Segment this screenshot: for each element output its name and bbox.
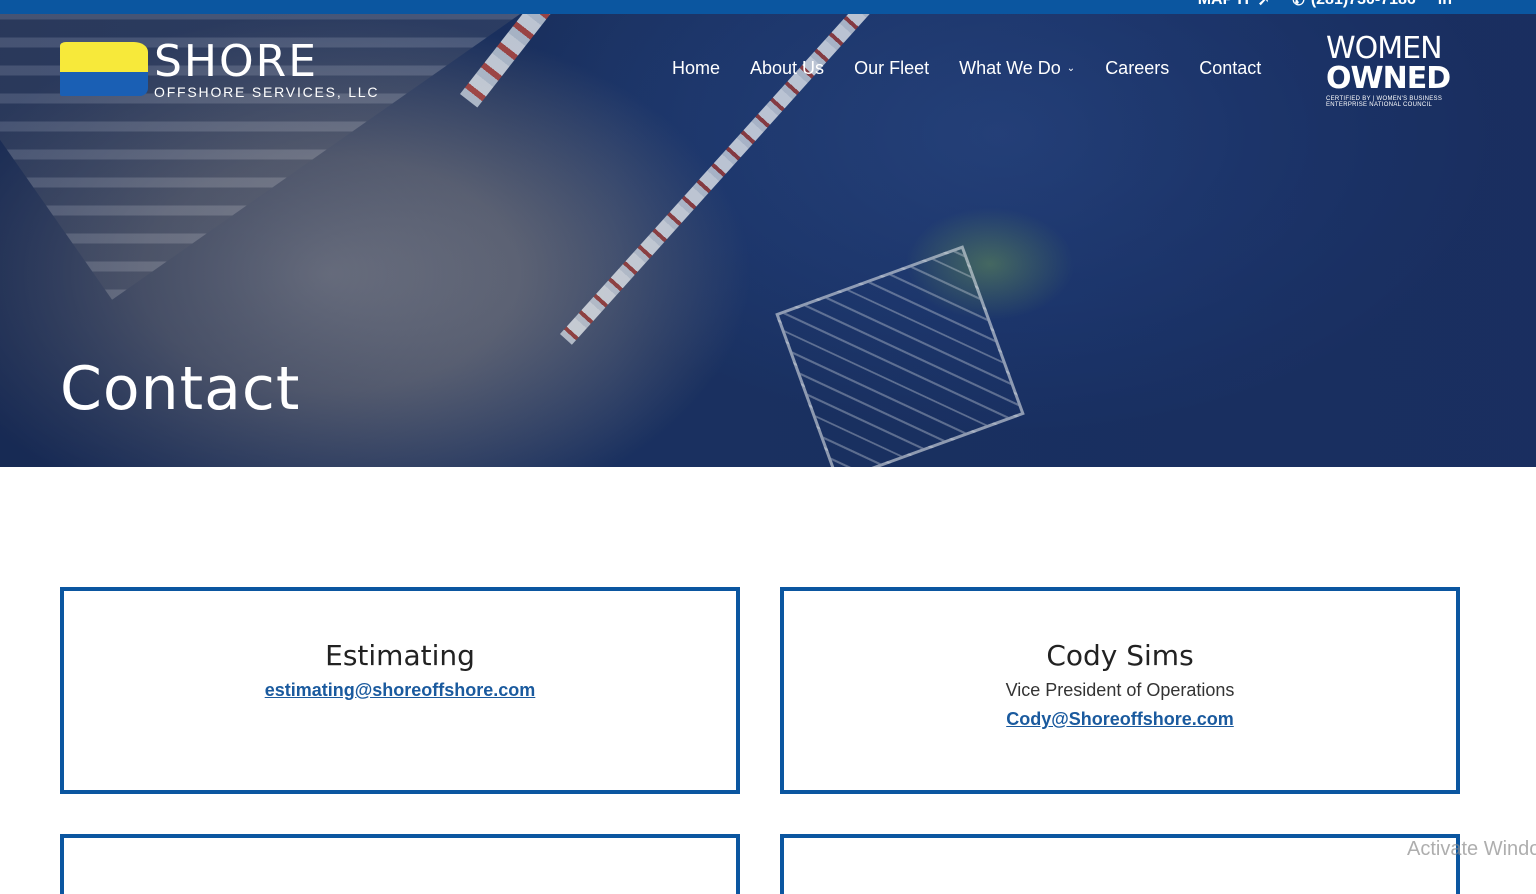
- nav-our-fleet[interactable]: Our Fleet: [854, 58, 929, 79]
- phone-number: (281)730-7186: [1311, 0, 1416, 9]
- badge-line-3: CERTIFIED BY | WOMEN'S BUSINESS ENTERPRI…: [1326, 96, 1443, 108]
- nav-what-we-do[interactable]: What We Do ⌄: [959, 58, 1075, 79]
- hero-image-structure: [775, 245, 1025, 467]
- contact-email-link[interactable]: Cody@Shoreoffshore.com: [1006, 709, 1234, 730]
- map-it-link[interactable]: MAP IT ➚: [1198, 0, 1271, 9]
- contact-name: Cody Sims: [1046, 639, 1194, 672]
- badge-line-1: WOMEN: [1326, 31, 1443, 66]
- contact-card-cody-sims: Cody Sims Vice President of Operations C…: [780, 587, 1460, 794]
- logo-subtitle: OFFSHORE SERVICES, LLC: [154, 84, 380, 100]
- page-title: Contact: [60, 354, 301, 424]
- top-utility-bar: MAP IT ➚ ✆ (281)730-7186 in: [0, 0, 1536, 14]
- nav-home[interactable]: Home: [672, 58, 720, 79]
- linkedin-link[interactable]: in: [1438, 0, 1452, 9]
- main-nav: Home About Us Our Fleet What We Do ⌄ Care…: [672, 58, 1261, 79]
- nav-careers[interactable]: Careers: [1105, 58, 1169, 79]
- contact-role: Vice President of Operations: [1005, 680, 1235, 700]
- site-logo[interactable]: SHORE OFFSHORE SERVICES, LLC: [60, 36, 380, 100]
- wave-logo-icon: [60, 42, 148, 96]
- logo-word: SHORE: [154, 36, 319, 87]
- contact-card-estimating: Estimating estimating@shoreoffshore.com: [60, 587, 740, 794]
- location-arrow-icon: ➚: [1257, 0, 1271, 9]
- chevron-down-icon: ⌄: [1066, 63, 1076, 74]
- contact-name: Estimating: [325, 639, 475, 672]
- nav-contact[interactable]: Contact: [1199, 58, 1261, 79]
- map-it-label: MAP IT: [1198, 0, 1252, 9]
- contact-card-partial: [780, 834, 1460, 894]
- linkedin-icon: in: [1438, 0, 1452, 9]
- phone-link[interactable]: ✆ (281)730-7186: [1292, 0, 1416, 9]
- badge-line-2: OWNED: [1326, 61, 1451, 96]
- nav-about-us[interactable]: About Us: [750, 58, 824, 79]
- women-owned-badge: WOMEN OWNED CERTIFIED BY | WOMEN'S BUSIN…: [1326, 31, 1460, 109]
- contact-card-partial: [60, 834, 740, 894]
- phone-icon: ✆: [1292, 0, 1305, 9]
- contact-email-link[interactable]: estimating@shoreoffshore.com: [265, 680, 536, 701]
- activation-watermark: Activate Windo: [1407, 838, 1536, 860]
